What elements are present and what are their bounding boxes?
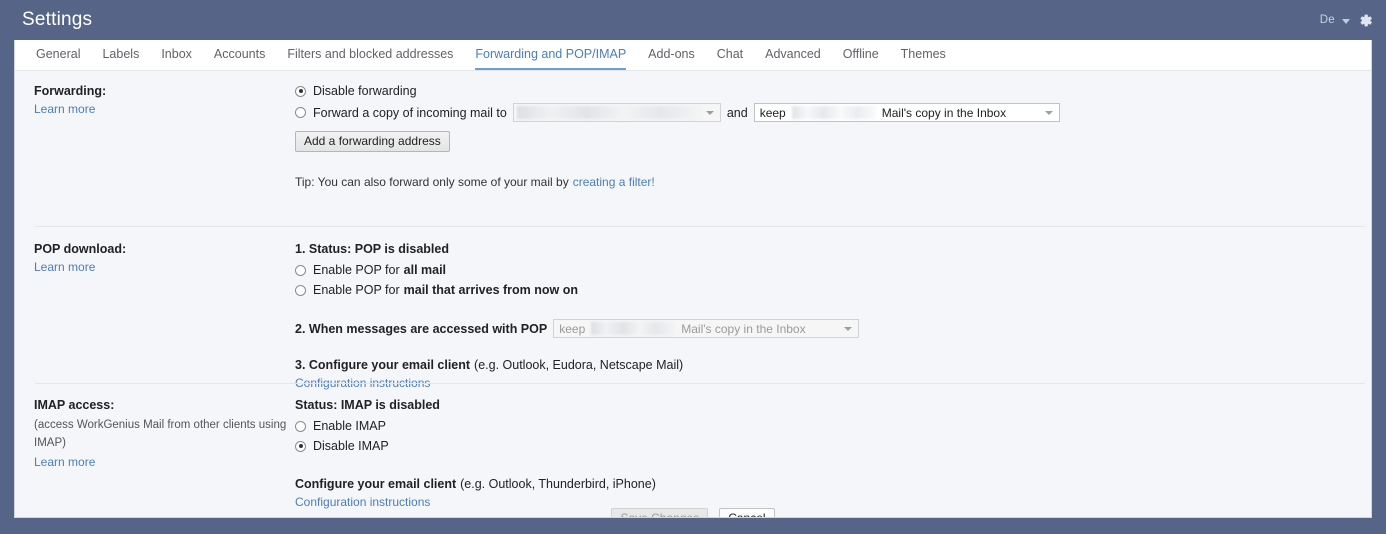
- pop-step2-label: 2. When messages are accessed with POP: [295, 321, 548, 336]
- pop-status-row: 1. Status: POP is disabled: [295, 240, 1371, 258]
- forwarding-forward-label: Forward a copy of incoming mail to: [313, 105, 507, 120]
- pop-enable-now-option[interactable]: Enable POP for mail that arrives from no…: [295, 281, 1371, 299]
- forwarding-section: Forwarding: Learn more Disable forwardin…: [15, 71, 1371, 226]
- section-divider: [35, 226, 1365, 227]
- pop-heading: POP download:: [34, 242, 127, 256]
- forwarding-action-prefix: keep: [759, 105, 786, 120]
- gear-icon[interactable]: [1357, 12, 1374, 29]
- pop-step3-row: 3. Configure your email client (e.g. Out…: [295, 356, 1371, 374]
- create-filter-link[interactable]: creating a filter!: [573, 174, 655, 191]
- forwarding-address-redacted-value: [516, 106, 701, 119]
- settings-window: Settings De General Labels Inbox Account…: [0, 0, 1386, 534]
- pop-action-redacted-brand: [591, 322, 676, 335]
- forwarding-disable-label: Disable forwarding: [313, 84, 417, 98]
- header-actions: De: [1320, 0, 1374, 40]
- imap-configure-link-row: Configuration instructions: [295, 494, 1371, 511]
- imap-enable-label: Enable IMAP: [313, 419, 386, 433]
- tab-filters-and-blocked-addresses[interactable]: Filters and blocked addresses: [287, 47, 453, 70]
- tab-inbox[interactable]: Inbox: [161, 47, 192, 70]
- add-forwarding-address-button[interactable]: Add a forwarding address: [295, 131, 450, 152]
- imap-heading: IMAP access:: [34, 398, 115, 412]
- section-divider: [35, 383, 1365, 384]
- imap-learn-more-link[interactable]: Learn more: [34, 454, 95, 471]
- tab-add-ons[interactable]: Add-ons: [648, 47, 695, 70]
- settings-panel: General Labels Inbox Accounts Filters an…: [14, 40, 1372, 518]
- imap-sub-description: (access WorkGenius Mail from other clien…: [34, 419, 287, 449]
- pop-label-column: POP download: Learn more: [15, 239, 295, 383]
- imap-status-row: Status: IMAP is disabled: [295, 396, 1371, 414]
- tab-themes[interactable]: Themes: [901, 47, 946, 70]
- pop-enable-now-prefix: Enable POP for: [313, 283, 400, 297]
- forwarding-label-column: Forwarding: Learn more: [15, 81, 295, 226]
- tab-chat[interactable]: Chat: [717, 47, 743, 70]
- forwarding-action-select[interactable]: keep Mail's copy in the Inbox: [753, 103, 1060, 122]
- forwarding-forward-option[interactable]: Forward a copy of incoming mail to and k…: [295, 103, 1371, 122]
- pop-learn-more-link[interactable]: Learn more: [34, 259, 95, 276]
- tab-general[interactable]: General: [36, 47, 80, 70]
- pop-enable-all-bold: all mail: [403, 263, 447, 277]
- imap-enable-option[interactable]: Enable IMAP: [295, 417, 1371, 435]
- pop-main-column: 1. Status: POP is disabled Enable POP fo…: [295, 239, 1371, 390]
- imap-disable-option[interactable]: Disable IMAP: [295, 437, 1371, 455]
- pop-enable-all-option[interactable]: Enable POP for all mail: [295, 261, 1371, 279]
- page-title: Settings: [22, 9, 93, 30]
- radio-enable-imap[interactable]: [295, 420, 306, 432]
- pop-enable-now-bold: mail that arrives from now on: [403, 283, 578, 297]
- pop-action-suffix: Mail's copy in the Inbox: [681, 321, 806, 336]
- imap-label-column: IMAP access: (access WorkGenius Mail fro…: [15, 395, 295, 493]
- forwarding-tip-row: Tip: You can also forward only some of y…: [295, 173, 1371, 191]
- chevron-down-icon: [844, 326, 853, 331]
- forwarding-action-redacted-brand: [791, 106, 876, 119]
- forwarding-disable-option[interactable]: Disable forwarding: [295, 82, 1371, 100]
- chevron-down-icon: [705, 110, 714, 115]
- imap-disable-label: Disable IMAP: [313, 439, 389, 453]
- pop-step2-row: 2. When messages are accessed with POP k…: [295, 319, 1371, 338]
- pop-action-select[interactable]: keep Mail's copy in the Inbox: [553, 319, 860, 338]
- forwarding-heading: Forwarding:: [34, 84, 107, 98]
- pop-action-prefix: keep: [559, 321, 586, 336]
- imap-configure-rest: (e.g. Outlook, Thunderbird, iPhone): [460, 477, 656, 491]
- pop-enable-all-prefix: Enable POP for: [313, 263, 400, 277]
- tab-forwarding-and-pop-imap[interactable]: Forwarding and POP/IMAP: [475, 47, 627, 70]
- chevron-down-icon[interactable]: [1342, 18, 1350, 24]
- settings-tabs: General Labels Inbox Accounts Filters an…: [15, 40, 1371, 71]
- pop-status-label: 1. Status: POP is disabled: [295, 242, 449, 256]
- imap-configure-bold: Configure your email client: [295, 477, 457, 491]
- imap-main-column: Status: IMAP is disabled Enable IMAP Dis…: [295, 395, 1371, 509]
- forwarding-learn-more-link[interactable]: Learn more: [34, 101, 95, 118]
- radio-forward-copy[interactable]: [295, 107, 306, 118]
- tab-labels[interactable]: Labels: [102, 47, 139, 70]
- pop-step3-bold: 3. Configure your email client: [295, 358, 471, 372]
- forwarding-address-select[interactable]: [512, 103, 721, 122]
- language-label[interactable]: De: [1320, 14, 1335, 26]
- forwarding-conjunction: and: [726, 105, 748, 120]
- settings-body: Forwarding: Learn more Disable forwardin…: [15, 71, 1371, 517]
- forwarding-tip-text: Tip: You can also forward only some of y…: [295, 175, 569, 189]
- window-header: Settings De: [0, 0, 1386, 40]
- imap-status-label: Status: IMAP is disabled: [295, 398, 440, 412]
- radio-disable-forwarding[interactable]: [295, 85, 306, 97]
- tab-advanced[interactable]: Advanced: [765, 47, 821, 70]
- forwarding-add-address-row: Add a forwarding address: [295, 131, 1371, 152]
- pop-download-section: POP download: Learn more 1. Status: POP …: [15, 226, 1371, 390]
- imap-configure-row: Configure your email client (e.g. Outloo…: [295, 475, 1371, 493]
- radio-enable-pop-all-mail[interactable]: [295, 264, 306, 276]
- forwarding-main-column: Disable forwarding Forward a copy of inc…: [295, 81, 1371, 226]
- imap-configuration-instructions-link[interactable]: Configuration instructions: [295, 494, 430, 511]
- imap-access-section: IMAP access: (access WorkGenius Mail fro…: [15, 383, 1371, 509]
- tab-accounts[interactable]: Accounts: [214, 47, 265, 70]
- radio-disable-imap[interactable]: [295, 440, 306, 452]
- tab-offline[interactable]: Offline: [843, 47, 879, 70]
- radio-enable-pop-from-now-on[interactable]: [295, 284, 306, 296]
- forwarding-action-suffix: Mail's copy in the Inbox: [881, 105, 1007, 120]
- pop-step3-rest: (e.g. Outlook, Eudora, Netscape Mail): [474, 358, 684, 372]
- chevron-down-icon: [1044, 110, 1053, 115]
